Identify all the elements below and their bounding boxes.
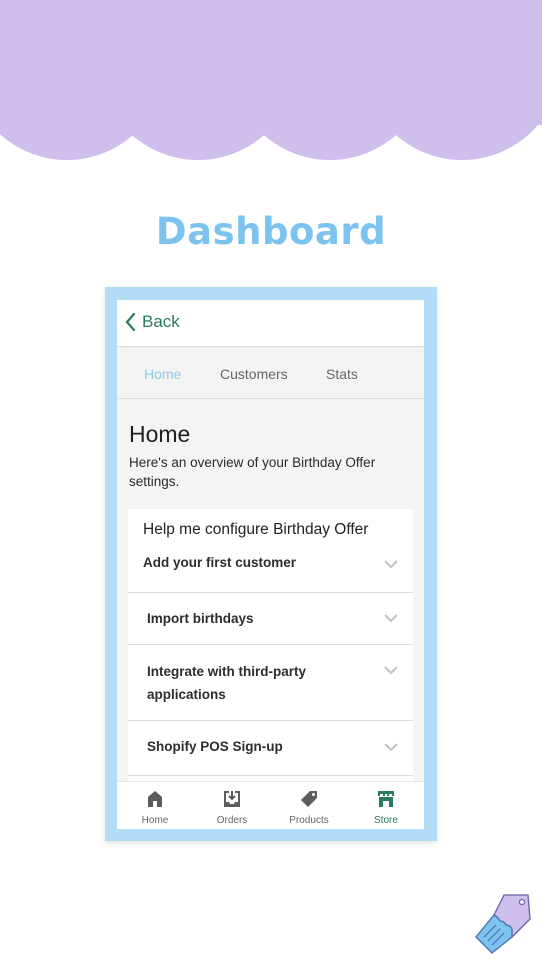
list-item-import-birthdays[interactable]: Import birthdays xyxy=(128,593,413,645)
chevron-down-icon xyxy=(384,614,398,623)
tab-customers[interactable]: Customers xyxy=(220,366,288,382)
price-tag-icon xyxy=(475,894,531,954)
back-button[interactable]: Back xyxy=(125,312,180,332)
nav-bar: Back xyxy=(117,300,424,347)
tabbar-label: Products xyxy=(289,815,329,826)
chevron-down-icon xyxy=(384,560,398,569)
config-card: Help me configure Birthday Offer Add you… xyxy=(128,509,413,817)
app-screen: Back Home Customers Stats Home Here's an… xyxy=(117,300,424,829)
list-item-label: Import birthdays xyxy=(147,611,254,626)
tabbar-orders[interactable]: Orders xyxy=(194,782,270,829)
page-heading: Dashboard xyxy=(155,210,387,253)
tab-home[interactable]: Home xyxy=(144,366,181,382)
card-header[interactable]: Help me configure Birthday Offer Add you… xyxy=(128,509,413,593)
home-icon xyxy=(148,791,162,807)
chevron-down-icon xyxy=(384,666,398,675)
tabbar-label: Orders xyxy=(216,815,248,826)
tab-bar: Home Customers Stats xyxy=(117,347,424,399)
store-icon xyxy=(378,791,394,807)
tabbar-label: Home xyxy=(141,815,169,826)
tabbar-products[interactable]: Products xyxy=(271,782,347,829)
tabbar-label: Store xyxy=(374,815,398,826)
back-label: Back xyxy=(142,312,180,331)
page-description: Here's an overview of your Birthday Offe… xyxy=(129,455,376,489)
tab-stats[interactable]: Stats xyxy=(326,366,358,382)
card-title: Help me configure Birthday Offer xyxy=(143,521,369,538)
card-subtitle: Add your first customer xyxy=(143,555,297,570)
tabbar-home[interactable]: Home xyxy=(117,782,193,829)
tabbar-store[interactable]: Store xyxy=(348,782,424,829)
chevron-left-icon xyxy=(125,313,136,331)
orders-icon xyxy=(224,791,240,807)
list-item-integrate[interactable]: Integrate with third-party applications xyxy=(128,645,413,721)
bottom-tab-bar: Home Orders Products Store xyxy=(117,781,424,829)
page-title: Home xyxy=(129,421,191,447)
scallop-banner xyxy=(0,0,542,160)
phone-frame: Back Home Customers Stats Home Here's an… xyxy=(105,287,437,841)
tag-icon xyxy=(301,791,317,807)
list-item-label: Shopify POS Sign-up xyxy=(147,739,283,754)
list-item-label: Integrate with third-party applications xyxy=(147,664,307,702)
list-item-pos-signup[interactable]: Shopify POS Sign-up xyxy=(128,721,413,776)
chevron-down-icon xyxy=(384,743,398,752)
